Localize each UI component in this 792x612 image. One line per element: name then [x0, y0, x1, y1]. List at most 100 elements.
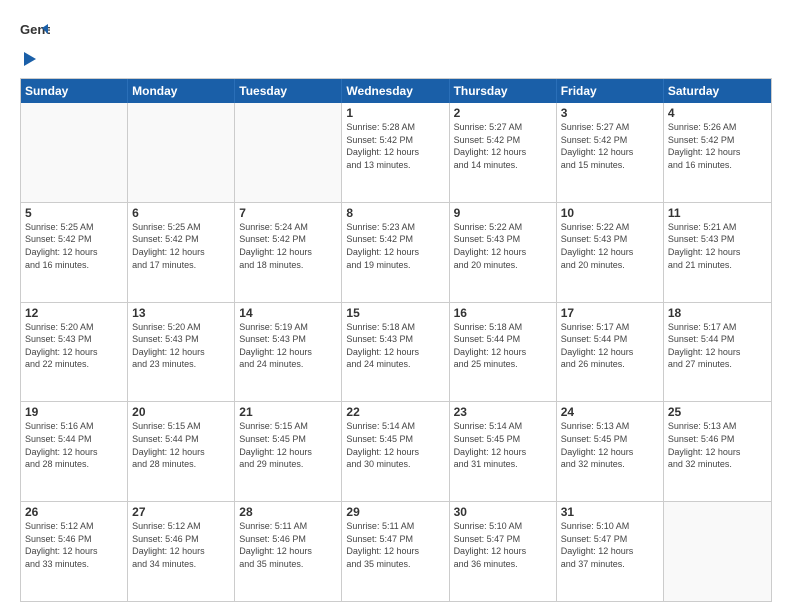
day-info: Sunrise: 5:25 AM Sunset: 5:42 PM Dayligh…	[25, 221, 123, 271]
calendar-row-5: 26 Sunrise: 5:12 AM Sunset: 5:46 PM Dayli…	[21, 501, 771, 601]
day-info: Sunrise: 5:17 AM Sunset: 5:44 PM Dayligh…	[668, 321, 767, 371]
empty-cell	[128, 103, 235, 202]
day-info: Sunrise: 5:14 AM Sunset: 5:45 PM Dayligh…	[454, 420, 552, 470]
day-cell-2: 2Sunrise: 5:27 AM Sunset: 5:42 PM Daylig…	[450, 103, 557, 202]
day-cell-17: 17Sunrise: 5:17 AM Sunset: 5:44 PM Dayli…	[557, 303, 664, 402]
day-info: Sunrise: 5:26 AM Sunset: 5:42 PM Dayligh…	[668, 121, 767, 171]
day-cell-20: 20Sunrise: 5:15 AM Sunset: 5:44 PM Dayli…	[128, 402, 235, 501]
header: General	[20, 20, 772, 68]
day-info: Sunrise: 5:18 AM Sunset: 5:43 PM Dayligh…	[346, 321, 444, 371]
day-info: Sunrise: 5:27 AM Sunset: 5:42 PM Dayligh…	[454, 121, 552, 171]
day-number: 10	[561, 206, 659, 220]
day-number: 20	[132, 405, 230, 419]
day-info: Sunrise: 5:17 AM Sunset: 5:44 PM Dayligh…	[561, 321, 659, 371]
day-info: Sunrise: 5:15 AM Sunset: 5:44 PM Dayligh…	[132, 420, 230, 470]
day-number: 4	[668, 106, 767, 120]
day-number: 12	[25, 306, 123, 320]
day-cell-24: 24Sunrise: 5:13 AM Sunset: 5:45 PM Dayli…	[557, 402, 664, 501]
header-cell-sunday: Sunday	[21, 79, 128, 103]
day-cell-23: 23Sunrise: 5:14 AM Sunset: 5:45 PM Dayli…	[450, 402, 557, 501]
day-number: 5	[25, 206, 123, 220]
day-number: 1	[346, 106, 444, 120]
day-number: 6	[132, 206, 230, 220]
header-cell-monday: Monday	[128, 79, 235, 103]
day-cell-25: 25Sunrise: 5:13 AM Sunset: 5:46 PM Dayli…	[664, 402, 771, 501]
empty-cell	[21, 103, 128, 202]
day-info: Sunrise: 5:24 AM Sunset: 5:42 PM Dayligh…	[239, 221, 337, 271]
day-number: 11	[668, 206, 767, 220]
day-cell-27: 27Sunrise: 5:12 AM Sunset: 5:46 PM Dayli…	[128, 502, 235, 601]
day-info: Sunrise: 5:16 AM Sunset: 5:44 PM Dayligh…	[25, 420, 123, 470]
day-info: Sunrise: 5:15 AM Sunset: 5:45 PM Dayligh…	[239, 420, 337, 470]
day-number: 13	[132, 306, 230, 320]
day-info: Sunrise: 5:20 AM Sunset: 5:43 PM Dayligh…	[132, 321, 230, 371]
calendar-row-2: 5Sunrise: 5:25 AM Sunset: 5:42 PM Daylig…	[21, 202, 771, 302]
logo-triangle-icon	[20, 50, 38, 68]
day-number: 8	[346, 206, 444, 220]
day-info: Sunrise: 5:11 AM Sunset: 5:47 PM Dayligh…	[346, 520, 444, 570]
day-number: 17	[561, 306, 659, 320]
day-info: Sunrise: 5:27 AM Sunset: 5:42 PM Dayligh…	[561, 121, 659, 171]
day-cell-4: 4Sunrise: 5:26 AM Sunset: 5:42 PM Daylig…	[664, 103, 771, 202]
day-cell-1: 1Sunrise: 5:28 AM Sunset: 5:42 PM Daylig…	[342, 103, 449, 202]
page: General SundayMondayTuesdayWednesdayThur…	[0, 0, 792, 612]
calendar-body: 1Sunrise: 5:28 AM Sunset: 5:42 PM Daylig…	[21, 103, 771, 601]
day-number: 23	[454, 405, 552, 419]
day-number: 15	[346, 306, 444, 320]
day-number: 31	[561, 505, 659, 519]
day-info: Sunrise: 5:23 AM Sunset: 5:42 PM Dayligh…	[346, 221, 444, 271]
day-info: Sunrise: 5:21 AM Sunset: 5:43 PM Dayligh…	[668, 221, 767, 271]
day-cell-10: 10Sunrise: 5:22 AM Sunset: 5:43 PM Dayli…	[557, 203, 664, 302]
day-number: 25	[668, 405, 767, 419]
day-cell-30: 30Sunrise: 5:10 AM Sunset: 5:47 PM Dayli…	[450, 502, 557, 601]
day-number: 21	[239, 405, 337, 419]
day-cell-14: 14Sunrise: 5:19 AM Sunset: 5:43 PM Dayli…	[235, 303, 342, 402]
day-info: Sunrise: 5:28 AM Sunset: 5:42 PM Dayligh…	[346, 121, 444, 171]
day-cell-26: 26Sunrise: 5:12 AM Sunset: 5:46 PM Dayli…	[21, 502, 128, 601]
day-number: 3	[561, 106, 659, 120]
day-cell-29: 29Sunrise: 5:11 AM Sunset: 5:47 PM Dayli…	[342, 502, 449, 601]
day-number: 18	[668, 306, 767, 320]
day-number: 27	[132, 505, 230, 519]
day-info: Sunrise: 5:10 AM Sunset: 5:47 PM Dayligh…	[561, 520, 659, 570]
calendar-row-4: 19Sunrise: 5:16 AM Sunset: 5:44 PM Dayli…	[21, 401, 771, 501]
day-cell-8: 8Sunrise: 5:23 AM Sunset: 5:42 PM Daylig…	[342, 203, 449, 302]
header-cell-saturday: Saturday	[664, 79, 771, 103]
day-info: Sunrise: 5:13 AM Sunset: 5:45 PM Dayligh…	[561, 420, 659, 470]
calendar-row-3: 12Sunrise: 5:20 AM Sunset: 5:43 PM Dayli…	[21, 302, 771, 402]
day-number: 19	[25, 405, 123, 419]
day-cell-19: 19Sunrise: 5:16 AM Sunset: 5:44 PM Dayli…	[21, 402, 128, 501]
header-cell-tuesday: Tuesday	[235, 79, 342, 103]
day-cell-21: 21Sunrise: 5:15 AM Sunset: 5:45 PM Dayli…	[235, 402, 342, 501]
day-cell-3: 3Sunrise: 5:27 AM Sunset: 5:42 PM Daylig…	[557, 103, 664, 202]
day-cell-16: 16Sunrise: 5:18 AM Sunset: 5:44 PM Dayli…	[450, 303, 557, 402]
empty-cell	[664, 502, 771, 601]
day-info: Sunrise: 5:22 AM Sunset: 5:43 PM Dayligh…	[561, 221, 659, 271]
day-info: Sunrise: 5:11 AM Sunset: 5:46 PM Dayligh…	[239, 520, 337, 570]
day-cell-18: 18Sunrise: 5:17 AM Sunset: 5:44 PM Dayli…	[664, 303, 771, 402]
day-cell-6: 6Sunrise: 5:25 AM Sunset: 5:42 PM Daylig…	[128, 203, 235, 302]
empty-cell	[235, 103, 342, 202]
header-cell-friday: Friday	[557, 79, 664, 103]
day-cell-7: 7Sunrise: 5:24 AM Sunset: 5:42 PM Daylig…	[235, 203, 342, 302]
day-number: 7	[239, 206, 337, 220]
day-info: Sunrise: 5:19 AM Sunset: 5:43 PM Dayligh…	[239, 321, 337, 371]
header-cell-thursday: Thursday	[450, 79, 557, 103]
header-cell-wednesday: Wednesday	[342, 79, 449, 103]
day-cell-13: 13Sunrise: 5:20 AM Sunset: 5:43 PM Dayli…	[128, 303, 235, 402]
day-cell-15: 15Sunrise: 5:18 AM Sunset: 5:43 PM Dayli…	[342, 303, 449, 402]
logo: General	[20, 20, 50, 68]
day-number: 14	[239, 306, 337, 320]
day-info: Sunrise: 5:22 AM Sunset: 5:43 PM Dayligh…	[454, 221, 552, 271]
day-info: Sunrise: 5:18 AM Sunset: 5:44 PM Dayligh…	[454, 321, 552, 371]
logo-line: General	[20, 20, 50, 50]
logo-icon: General	[20, 20, 50, 50]
day-cell-12: 12Sunrise: 5:20 AM Sunset: 5:43 PM Dayli…	[21, 303, 128, 402]
day-cell-31: 31Sunrise: 5:10 AM Sunset: 5:47 PM Dayli…	[557, 502, 664, 601]
day-cell-5: 5Sunrise: 5:25 AM Sunset: 5:42 PM Daylig…	[21, 203, 128, 302]
day-info: Sunrise: 5:25 AM Sunset: 5:42 PM Dayligh…	[132, 221, 230, 271]
day-number: 26	[25, 505, 123, 519]
day-info: Sunrise: 5:20 AM Sunset: 5:43 PM Dayligh…	[25, 321, 123, 371]
day-info: Sunrise: 5:13 AM Sunset: 5:46 PM Dayligh…	[668, 420, 767, 470]
day-info: Sunrise: 5:12 AM Sunset: 5:46 PM Dayligh…	[132, 520, 230, 570]
